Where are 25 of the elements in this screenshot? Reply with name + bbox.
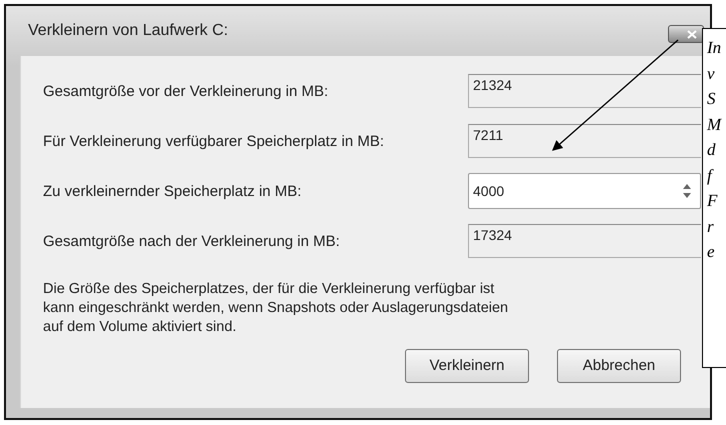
callout-text: v: [707, 62, 716, 84]
callout-text: e: [707, 241, 716, 263]
up-arrow-icon[interactable]: [682, 183, 692, 190]
callout-text: M: [707, 114, 723, 136]
callout-text: S: [707, 88, 716, 110]
callout-text: r: [707, 216, 715, 238]
callout-text: F: [707, 190, 718, 212]
field-label: Gesamtgröße vor der Verkleinerung in MB:: [43, 82, 330, 100]
close-icon: [687, 30, 697, 38]
field-label: Gesamtgröße nach der Verkleinerung in MB:: [43, 232, 341, 250]
field-label: Für Verkleinerung verfügbarer Speicherplatz in MB:: [43, 132, 386, 150]
cancel-button[interactable]: Abbrechen: [557, 348, 681, 383]
readonly-field: 7211: [468, 124, 701, 158]
callout-text: d: [707, 139, 716, 161]
readonly-field: 21324: [468, 74, 701, 108]
down-arrow-icon[interactable]: [682, 192, 692, 199]
callout-text: f: [707, 164, 715, 187]
callout-text: In: [707, 37, 722, 59]
shrink-button[interactable]: Verkleinern: [405, 348, 529, 383]
spin-field[interactable]: 4000: [468, 173, 701, 209]
readonly-field: 17324: [468, 224, 701, 258]
field-label: Zu verkleinernder Speicherplatz in MB:: [43, 182, 302, 200]
close-button[interactable]: [668, 25, 704, 43]
info-text: Die Größe des Speicherplatzes, der für die Verkleinerung verfügbar ist kann eingeschränkt werden, wenn Snapshots oder Auslagerungsdateien auf dem Volume aktiviert sind.: [43, 280, 510, 337]
window-title: Verkleinern von Laufwerk C:: [28, 22, 228, 40]
